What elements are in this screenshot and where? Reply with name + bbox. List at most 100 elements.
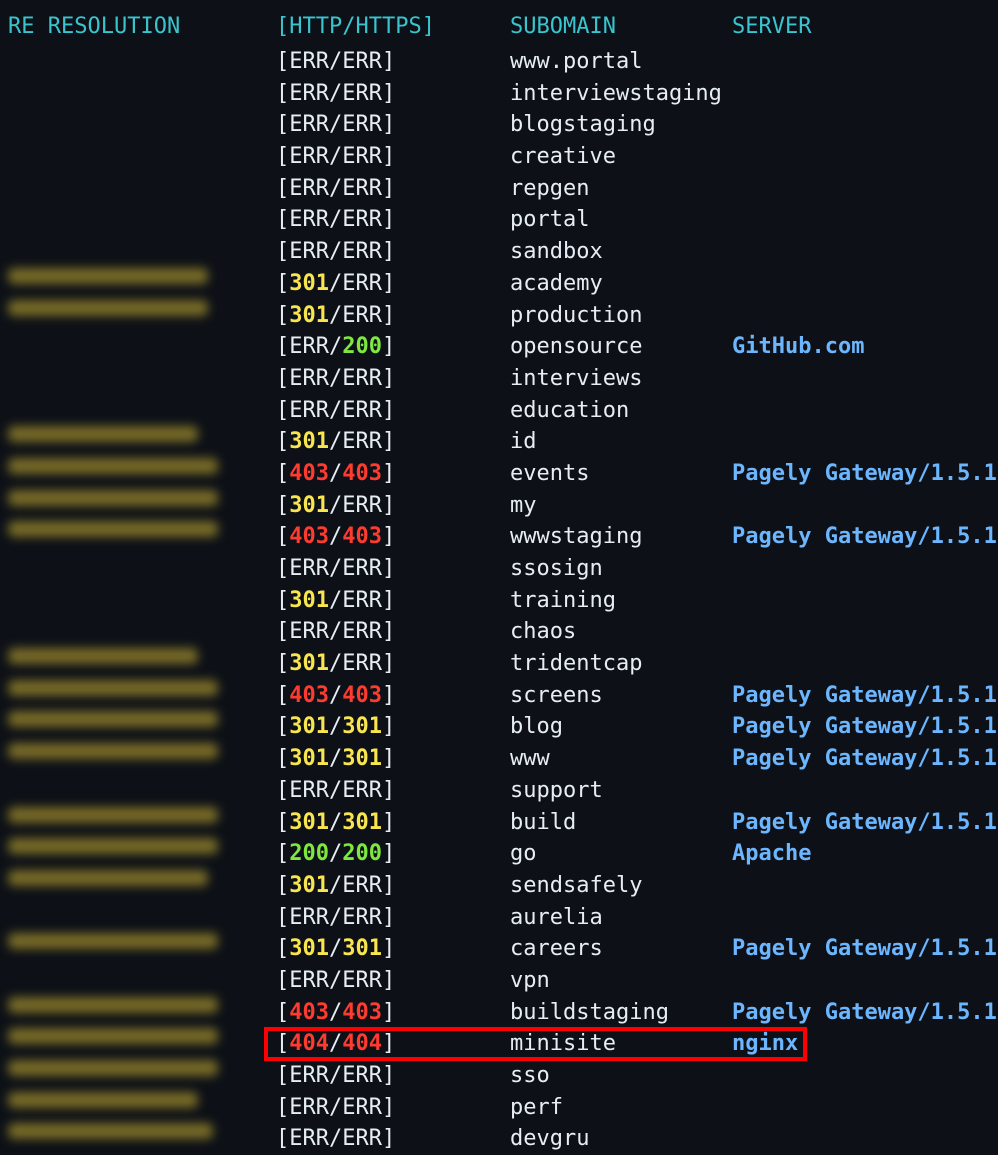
blurred-ip-address (8, 743, 218, 760)
http-status-code: 301 (289, 492, 329, 518)
separator: / (329, 175, 343, 201)
subdomain: build (510, 809, 577, 835)
header-server: SERVER (732, 14, 812, 39)
server: Pagely Gateway/1.5.1 (732, 524, 997, 550)
bracket-close: ] (382, 144, 396, 170)
subdomain: sendsafely (510, 872, 643, 898)
http-status-code: 403 (289, 682, 329, 708)
server: Pagely Gateway/1.5.1 (732, 460, 997, 486)
https-status-code: 301 (342, 936, 382, 962)
subdomain: sso (510, 1063, 550, 1088)
status-codes: [ERR/200] (276, 331, 395, 363)
bracket-close: ] (382, 112, 396, 138)
http-status-code: ERR (289, 397, 329, 423)
https-status-code: 301 (342, 809, 382, 835)
bracket-close: ] (382, 556, 396, 581)
bracket-open: [ (276, 936, 290, 962)
blurred-ip-address (8, 838, 218, 855)
subdomain: tridentcap (510, 651, 643, 677)
bracket-open: [ (276, 556, 290, 581)
table-row: [ERR/ERR] portal (0, 204, 998, 236)
http-status-code: ERR (289, 112, 329, 138)
bracket-open: [ (276, 999, 290, 1025)
http-status-code: ERR (289, 1126, 329, 1152)
separator: / (329, 80, 343, 106)
bracket-close: ] (382, 49, 396, 74)
status-codes: [301/301] (276, 807, 395, 839)
https-status-code: ERR (342, 1126, 382, 1152)
http-status-code: ERR (289, 556, 329, 581)
table-row: [ERR/ERR] education (0, 395, 998, 427)
http-status-code: ERR (289, 144, 329, 170)
subdomain: wwwstaging (510, 524, 643, 550)
subdomain: support (510, 777, 603, 803)
https-status-code: 403 (342, 524, 382, 550)
table-row: [403/403] events Pagely Gateway/1.5.1 (0, 457, 998, 490)
bracket-close: ] (382, 1094, 396, 1120)
server: Pagely Gateway/1.5.1 (732, 714, 997, 740)
separator: / (329, 397, 343, 423)
bracket-close: ] (382, 334, 396, 360)
bracket-close: ] (382, 492, 396, 518)
header-subdomain: SUBOMAIN (510, 14, 616, 39)
status-codes: [ERR/ERR] (276, 553, 395, 585)
server: Pagely Gateway/1.5.1 (732, 999, 997, 1025)
http-status-code: 301 (289, 270, 329, 296)
blurred-ip-address (8, 806, 218, 823)
blurred-ip-address (8, 521, 218, 538)
status-codes: [ERR/ERR] (276, 78, 395, 110)
http-status-code: 301 (289, 429, 329, 455)
https-status-code: ERR (342, 112, 382, 138)
status-codes: [301/ERR] (276, 300, 395, 332)
status-codes: [ERR/ERR] (276, 46, 395, 78)
separator: / (329, 619, 343, 645)
separator: / (329, 144, 343, 170)
bracket-close: ] (382, 239, 396, 265)
bracket-open: [ (276, 967, 290, 993)
http-status-code: 403 (289, 999, 329, 1025)
subdomain: education (510, 397, 630, 423)
status-codes: [301/301] (276, 933, 395, 965)
http-status-code: 301 (289, 746, 329, 772)
table-row: [301/ERR] sendsafely (0, 869, 998, 902)
https-status-code: ERR (342, 587, 382, 613)
separator: / (329, 967, 343, 993)
subdomain: ssosign (510, 556, 603, 581)
http-status-code: ERR (289, 967, 329, 993)
bracket-open: [ (276, 682, 290, 708)
table-row: [ERR/ERR] interviews (0, 363, 998, 395)
https-status-code: ERR (342, 239, 382, 265)
server: Apache (732, 841, 812, 867)
separator: / (329, 524, 343, 550)
status-codes: [ERR/ERR] (276, 363, 395, 395)
subdomain: aurelia (510, 904, 603, 930)
bracket-open: [ (276, 80, 290, 106)
bracket-open: [ (276, 397, 290, 423)
https-status-code: ERR (342, 492, 382, 518)
status-codes: [ERR/ERR] (276, 395, 395, 427)
table-row: [ERR/ERR] blogstaging (0, 109, 998, 141)
http-status-code: 301 (289, 936, 329, 962)
https-status-code: ERR (342, 556, 382, 581)
subdomain: training (510, 587, 616, 613)
http-status-code: ERR (289, 904, 329, 930)
separator: / (329, 936, 343, 962)
subdomain: blogstaging (510, 112, 656, 138)
bracket-open: [ (276, 777, 290, 803)
bracket-open: [ (276, 587, 290, 613)
bracket-close: ] (382, 904, 396, 930)
bracket-open: [ (276, 841, 290, 867)
separator: / (329, 872, 343, 898)
table-row: [ERR/ERR] sandbox (0, 236, 998, 268)
subdomain: interviews (510, 365, 643, 391)
table-row: [301/ERR] my (0, 489, 998, 522)
blurred-ip-address (8, 1091, 198, 1108)
separator: / (329, 746, 343, 772)
https-status-code: ERR (342, 1063, 382, 1088)
bracket-close: ] (382, 429, 396, 455)
separator: / (329, 207, 343, 233)
blurred-ip-address (8, 299, 208, 316)
table-row: [ERR/ERR] chaos (0, 616, 998, 648)
subdomain: interviewstaging (510, 80, 722, 106)
bracket-open: [ (276, 144, 290, 170)
